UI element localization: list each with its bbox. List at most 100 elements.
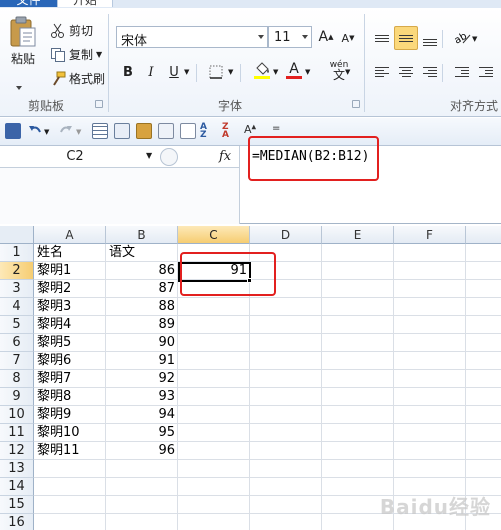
cell-b[interactable]: 89	[106, 316, 177, 334]
name-box-dropdown-icon[interactable]: ▼	[146, 151, 152, 160]
column-header-c[interactable]: C	[178, 226, 250, 244]
cell-b[interactable]: 96	[106, 442, 177, 460]
print-icon[interactable]	[158, 123, 174, 139]
align-bottom-button[interactable]	[420, 32, 440, 52]
formula-input[interactable]: =MEDIAN(B2:B12)	[252, 149, 369, 164]
clipboard-launcher-icon[interactable]	[95, 100, 103, 108]
cell-c[interactable]	[178, 298, 249, 316]
align-left-button[interactable]	[372, 62, 392, 82]
print-preview-icon[interactable]	[180, 123, 196, 139]
fill-color-dropdown-icon[interactable]: ▼	[273, 68, 278, 76]
select-all-corner[interactable]	[0, 226, 34, 244]
cell-c[interactable]	[178, 244, 249, 262]
cell-b[interactable]: 95	[106, 424, 177, 442]
row-header[interactable]: 15	[0, 496, 34, 514]
cell-a[interactable]: 黎明1	[37, 262, 105, 280]
font-color-dropdown-icon[interactable]: ▼	[305, 68, 310, 76]
cell-a[interactable]	[37, 478, 105, 496]
font-name-select[interactable]: 宋体	[116, 26, 268, 49]
paste-button[interactable]: 粘贴	[8, 16, 38, 67]
cell-c[interactable]	[178, 424, 249, 442]
copy-button[interactable]: 复制 ▼	[50, 46, 102, 63]
column-header-e[interactable]: E	[322, 226, 394, 244]
italic-button[interactable]: I	[141, 62, 161, 82]
cell-b[interactable]: 92	[106, 370, 177, 388]
row-header[interactable]: 6	[0, 334, 34, 352]
row-header[interactable]: 13	[0, 460, 34, 478]
cell-a[interactable]: 黎明3	[37, 298, 105, 316]
cell-c[interactable]	[178, 460, 249, 478]
table-icon[interactable]	[92, 123, 108, 139]
cell-c[interactable]	[178, 442, 249, 460]
cell-a[interactable]: 黎明10	[37, 424, 105, 442]
align-right-button[interactable]	[420, 62, 440, 82]
row-header[interactable]: 11	[0, 424, 34, 442]
column-header-d[interactable]: D	[250, 226, 322, 244]
row-header[interactable]: 14	[0, 478, 34, 496]
save-icon[interactable]	[5, 123, 21, 139]
row-header[interactable]: 4	[0, 298, 34, 316]
cell-c[interactable]	[178, 406, 249, 424]
qat-customize-icon[interactable]: =	[272, 123, 280, 134]
align-top-button[interactable]	[372, 28, 392, 48]
font-size-select[interactable]: 11	[268, 26, 312, 48]
cell-b[interactable]: 93	[106, 388, 177, 406]
cell-b[interactable]: 语文	[109, 244, 177, 262]
cell-a[interactable]: 黎明9	[37, 406, 105, 424]
cell-a[interactable]: 黎明7	[37, 370, 105, 388]
bold-button[interactable]: B	[118, 62, 138, 82]
cell-b[interactable]: 91	[106, 352, 177, 370]
tab-home[interactable]: 开始	[57, 0, 113, 7]
phonetic-dropdown-icon[interactable]: ▼	[345, 68, 350, 76]
cell-b[interactable]: 90	[106, 334, 177, 352]
undo-dropdown-icon[interactable]: ▼	[44, 128, 49, 136]
sort-ascending-icon[interactable]: AZ	[200, 123, 216, 140]
row-header[interactable]: 5	[0, 316, 34, 334]
row-header[interactable]: 8	[0, 370, 34, 388]
cell-b[interactable]	[106, 460, 177, 478]
row-header[interactable]: 12	[0, 442, 34, 460]
cell-b[interactable]: 87	[106, 280, 177, 298]
align-center-button[interactable]	[396, 62, 416, 82]
column-header-b[interactable]: B	[106, 226, 178, 244]
copy-dropdown-icon[interactable]: ▼	[96, 50, 102, 59]
row-header[interactable]: 3	[0, 280, 34, 298]
row-header[interactable]: 2	[0, 262, 34, 280]
row-header[interactable]: 10	[0, 406, 34, 424]
row-header[interactable]: 1	[0, 244, 34, 262]
row-header[interactable]: 16	[0, 514, 34, 530]
format-painter-button[interactable]: 格式刷	[50, 70, 105, 87]
column-header-f[interactable]: F	[394, 226, 466, 244]
borders-button[interactable]	[206, 62, 226, 82]
grow-font-qat-icon[interactable]: A▲	[244, 123, 260, 139]
cell-a[interactable]: 黎明8	[37, 388, 105, 406]
cell-b[interactable]: 94	[106, 406, 177, 424]
cell-c[interactable]	[178, 496, 249, 514]
cell-a[interactable]: 黎明5	[37, 334, 105, 352]
cell-a[interactable]	[37, 496, 105, 514]
cell-b[interactable]	[106, 514, 177, 530]
cell-a[interactable]	[37, 460, 105, 478]
fill-handle[interactable]	[247, 278, 252, 283]
redo-icon[interactable]	[58, 123, 74, 139]
orientation-button[interactable]: ab	[452, 28, 472, 48]
grow-font-button[interactable]: A ▲	[316, 27, 336, 47]
name-box[interactable]: C2 ▼	[0, 146, 240, 168]
borders-dropdown-icon[interactable]: ▼	[228, 68, 233, 76]
cell-b[interactable]: 88	[106, 298, 177, 316]
cell-a[interactable]: 黎明11	[37, 442, 105, 460]
cell-b[interactable]: 86	[106, 262, 177, 280]
cell-c[interactable]	[178, 334, 249, 352]
decrease-indent-button[interactable]	[452, 62, 472, 82]
cell-a[interactable]: 黎明2	[37, 280, 105, 298]
shrink-font-button[interactable]: A ▼	[338, 28, 358, 48]
cell-a[interactable]	[37, 514, 105, 530]
paste-dropdown-icon[interactable]	[16, 86, 22, 90]
orientation-dropdown-icon[interactable]: ▼	[472, 35, 477, 43]
cell-c[interactable]	[178, 388, 249, 406]
cell-c[interactable]	[178, 514, 249, 530]
folder-icon[interactable]	[136, 123, 152, 139]
cell-c[interactable]	[178, 352, 249, 370]
tab-file[interactable]: 文件	[0, 0, 57, 7]
cell-c[interactable]	[178, 370, 249, 388]
